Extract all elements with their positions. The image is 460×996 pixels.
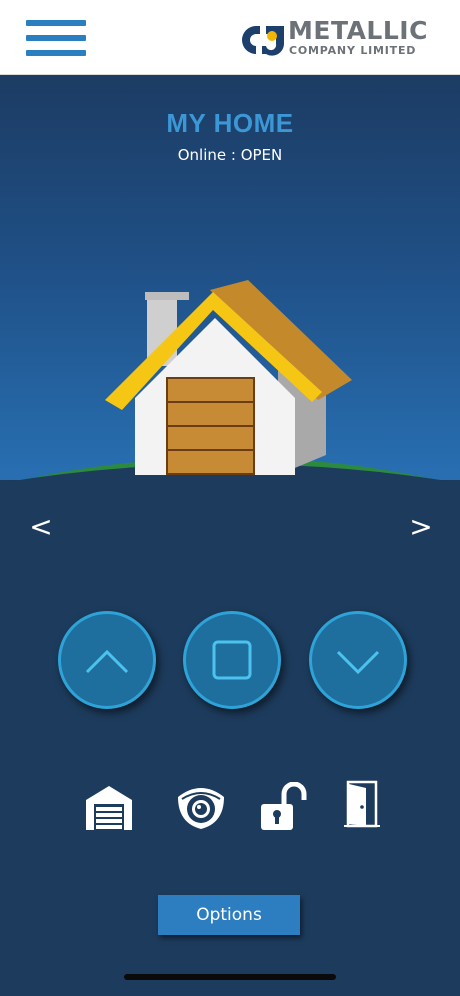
square-stop-icon xyxy=(212,640,252,680)
camera-icon[interactable] xyxy=(175,783,227,831)
house-illustration xyxy=(0,280,460,510)
company-logo: METALLIC COMPANY LIMITED xyxy=(226,16,428,62)
close-button[interactable] xyxy=(309,611,407,709)
door-icon[interactable] xyxy=(344,780,380,828)
home-indicator-bar[interactable] xyxy=(124,974,336,980)
app-header: METALLIC COMPANY LIMITED xyxy=(0,0,460,75)
chevron-down-icon xyxy=(336,650,380,675)
stop-button[interactable] xyxy=(183,611,281,709)
open-button[interactable] xyxy=(58,611,156,709)
status-text: Online : OPEN xyxy=(177,146,283,164)
page-title: MY HOME xyxy=(166,108,294,138)
unlock-icon[interactable] xyxy=(258,782,310,832)
options-button[interactable]: Options xyxy=(158,895,300,935)
garage-icon[interactable] xyxy=(84,782,134,832)
hamburger-menu-icon[interactable] xyxy=(26,20,86,64)
previous-home-button[interactable]: < xyxy=(26,510,56,543)
logo-text-secondary: COMPANY LIMITED xyxy=(289,44,417,57)
chevron-up-icon xyxy=(85,649,129,674)
logo-text-primary: METALLIC xyxy=(288,16,428,45)
logo-mark xyxy=(242,26,284,56)
next-home-button[interactable]: > xyxy=(406,510,436,543)
